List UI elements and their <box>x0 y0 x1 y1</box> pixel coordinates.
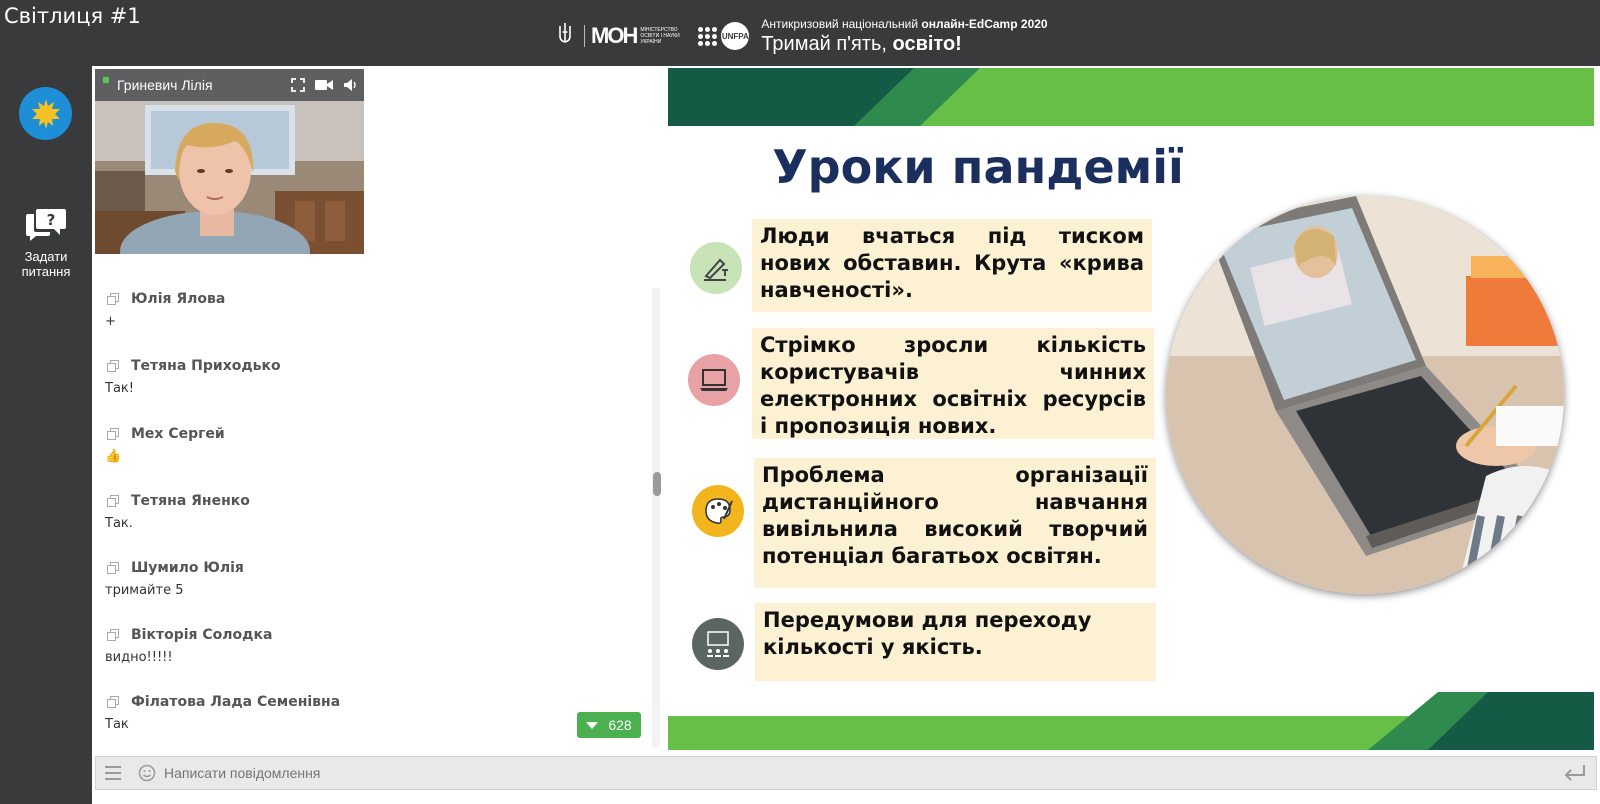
chat-message: Юлія Ялова + <box>105 290 635 330</box>
chat-message: Вікторія Солодка видно!!!!! <box>105 626 635 666</box>
ministry-logo: МОН <box>591 23 638 48</box>
copy-icon[interactable] <box>105 426 121 442</box>
event-slogan: Тримай п'ять, освіто! <box>761 32 962 55</box>
ask-question-button[interactable]: ? Задати питання <box>10 206 82 279</box>
chat-message: Тетяна Яненко Так. <box>105 492 635 532</box>
laptop-icon <box>688 354 740 406</box>
arrow-down-icon <box>586 721 599 729</box>
message-text: Так. <box>105 516 133 531</box>
chat-message: Тетяна Приходько Так! <box>105 357 635 397</box>
menu-icon[interactable] <box>100 760 126 786</box>
event-title: Антикризовий національний онлайн-EdCamp … <box>761 17 1047 56</box>
chat-scrollbar[interactable] <box>652 288 661 748</box>
handwriting-icon <box>690 242 742 294</box>
main-area: Гриневич Лілія Юлія Ялова + Тетяна Прихо… <box>92 66 1600 804</box>
speaker-icon[interactable] <box>338 75 362 95</box>
message-author: Шумило Юлія <box>131 560 244 576</box>
copy-icon[interactable] <box>105 493 121 509</box>
left-sidebar: ? Задати питання <box>0 66 92 804</box>
message-text: тримайте 5 <box>105 583 184 598</box>
live-indicator <box>103 77 109 83</box>
message-input[interactable] <box>164 759 1558 787</box>
message-text: видно!!!!! <box>105 650 173 665</box>
slide-bullet: Проблема організації дистанційного навча… <box>754 458 1156 588</box>
message-author: Тетяна Приходько <box>131 358 281 374</box>
message-author: Мех Сергей <box>131 426 225 442</box>
presentation-slide: Уроки пандемії Люди вчаться під тиском н… <box>668 68 1594 750</box>
message-author: Філатова Лада Семенівна <box>131 694 341 710</box>
message-author: Тетяна Яненко <box>131 493 250 509</box>
trident-icon <box>558 22 572 50</box>
send-enter-icon[interactable] <box>1558 760 1592 786</box>
laptop-photo <box>1166 196 1564 594</box>
event-branding: МОН Міністерство освіти і науки України … <box>558 14 1048 58</box>
speaker-name: Гриневич Лілія <box>117 77 213 93</box>
svg-text:?: ? <box>47 211 56 229</box>
copy-icon[interactable] <box>105 358 121 374</box>
video-header: Гриневич Лілія <box>95 69 364 101</box>
room-title: Світлиця #1 <box>4 4 141 28</box>
copy-icon[interactable] <box>105 291 121 307</box>
presentation-icon <box>692 618 744 670</box>
chat-panel: Юлія Ялова + Тетяна Приходько Так! Мех С… <box>95 276 650 746</box>
question-chat-icon: ? <box>24 209 68 246</box>
slide-bullet: Передумови для переходу кількості у якіст… <box>755 603 1156 681</box>
chat-message: Філатова Лада Семенівна Так <box>105 693 635 733</box>
slide-title: Уроки пандемії <box>772 140 1184 194</box>
message-text: Так! <box>105 381 134 396</box>
speaker-video-frame <box>95 101 364 254</box>
chat-message: Мех Сергей 👍 <box>105 425 635 465</box>
ask-question-label: Задати питання <box>21 249 71 279</box>
partner-dots-icon <box>698 26 718 46</box>
unfpa-logo: UNFPA <box>721 22 750 50</box>
fullscreen-icon[interactable] <box>286 75 310 95</box>
message-text: + <box>105 314 116 329</box>
unread-count: 628 <box>608 717 632 733</box>
slide-bullet: Стрімко зросли кількість користувачів чи… <box>752 328 1154 439</box>
copy-icon[interactable] <box>105 627 121 643</box>
emoji-icon[interactable] <box>134 760 160 786</box>
unread-messages-button[interactable]: 628 <box>577 712 641 738</box>
message-composer <box>95 756 1597 790</box>
message-author: Вікторія Солодка <box>131 627 273 643</box>
message-text: 👍 <box>105 449 122 464</box>
copy-icon[interactable] <box>105 694 121 710</box>
event-subtitle: Антикризовий національний онлайн-EdCamp … <box>761 16 1048 31</box>
ministry-name: Міністерство освіти і науки України <box>640 27 680 45</box>
logo-divider <box>584 25 585 47</box>
message-text: Так <box>105 717 129 732</box>
camera-icon[interactable] <box>312 75 336 95</box>
copy-icon[interactable] <box>105 560 121 576</box>
slide-bullet: Люди вчаться під тиском нових обставин. … <box>752 219 1152 312</box>
chat-scrollbar-thumb[interactable] <box>653 472 661 496</box>
chat-message: Шумило Юлія тримайте 5 <box>105 559 635 599</box>
maple-leaf-icon[interactable] <box>19 87 72 140</box>
top-bar: Світлиця #1 МОН Міністерство освіти і на… <box>0 0 1600 66</box>
message-author: Юлія Ялова <box>131 291 226 307</box>
speaker-video[interactable]: Гриневич Лілія <box>95 69 364 254</box>
palette-icon <box>692 485 744 537</box>
